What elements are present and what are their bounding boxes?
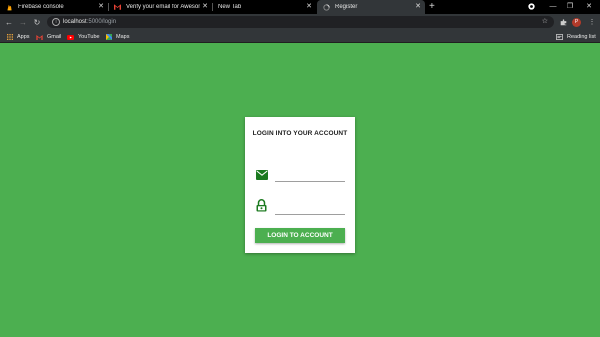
tab-label: Register [335,4,358,10]
apps-grid-icon [6,34,13,41]
reading-list-label: Reading list [567,34,596,40]
bookmark-label: YouTube [78,34,100,40]
loading-icon [323,3,330,11]
tab-label: New Tab [218,4,242,10]
address-bar[interactable]: i localhost:5000/login ☆ [47,16,554,28]
tab-strip: Firebase console ✕ Verify your email for… [0,0,600,14]
lock-icon [256,199,268,212]
bookmark-maps[interactable]: Maps [105,31,129,43]
youtube-icon [67,34,74,41]
firebase-icon [6,4,13,11]
reading-list-icon [556,34,563,40]
browser-toolbar: ← → ↻ i localhost:5000/login ☆ P ⋮ [0,14,600,31]
tab-verify-email[interactable]: Verify your email for Awesome A ✕ [108,0,212,14]
bookmark-youtube[interactable]: YouTube [67,31,100,43]
menu-kebab-icon[interactable]: ⋮ [587,14,597,31]
password-field[interactable] [275,203,345,215]
close-icon[interactable]: ✕ [306,3,312,11]
site-info-icon[interactable]: i [52,18,60,26]
email-field[interactable] [275,170,345,182]
close-icon[interactable]: ✕ [202,3,208,11]
bookmark-label: Gmail [47,34,62,40]
bookmark-label: Apps [17,34,30,40]
tab-register[interactable]: Register ✕ [317,0,425,14]
restore-icon[interactable]: ❐ [564,0,576,14]
card-title: LOGIN INTO YOUR ACCOUNT [252,130,348,137]
gmail-icon [114,4,121,11]
reading-list-button[interactable]: Reading list [556,31,596,43]
back-icon[interactable]: ← [4,14,14,31]
url-text[interactable]: localhost:5000/login [63,16,116,28]
new-tab-button[interactable]: + [429,0,435,14]
bookmark-star-icon[interactable]: ☆ [542,16,548,28]
tab-label: Verify your email for Awesome A [126,4,200,10]
window-close-icon[interactable]: ✕ [583,0,595,14]
tab-label: Firebase console [18,4,64,10]
reload-icon[interactable]: ↻ [32,14,42,31]
bookmark-label: Maps [116,34,130,40]
tab-new-tab[interactable]: New Tab ✕ [212,0,316,14]
bookmarks-bar: Apps Gmail YouTube Maps Reading list [0,31,600,43]
bookmark-apps[interactable]: Apps [6,31,30,43]
extensions-icon[interactable] [558,14,568,31]
url-host: localhost [63,19,87,25]
tab-firebase[interactable]: Firebase console ✕ [0,0,108,14]
email-icon [256,167,268,180]
maps-icon [105,34,112,41]
profile-avatar[interactable]: P [572,18,581,27]
close-icon[interactable]: ✕ [415,3,421,11]
minimize-icon[interactable]: — [547,0,559,14]
gmail-icon [36,34,43,41]
login-card: LOGIN INTO YOUR ACCOUNT LOGIN TO ACCOUNT [245,117,355,253]
profile-status-icon[interactable] [525,0,537,14]
url-path: :5000/login [86,19,117,25]
login-button[interactable]: LOGIN TO ACCOUNT [255,228,345,243]
forward-icon[interactable]: → [18,14,28,31]
bookmark-gmail[interactable]: Gmail [36,31,61,43]
close-icon[interactable]: ✕ [98,3,104,11]
